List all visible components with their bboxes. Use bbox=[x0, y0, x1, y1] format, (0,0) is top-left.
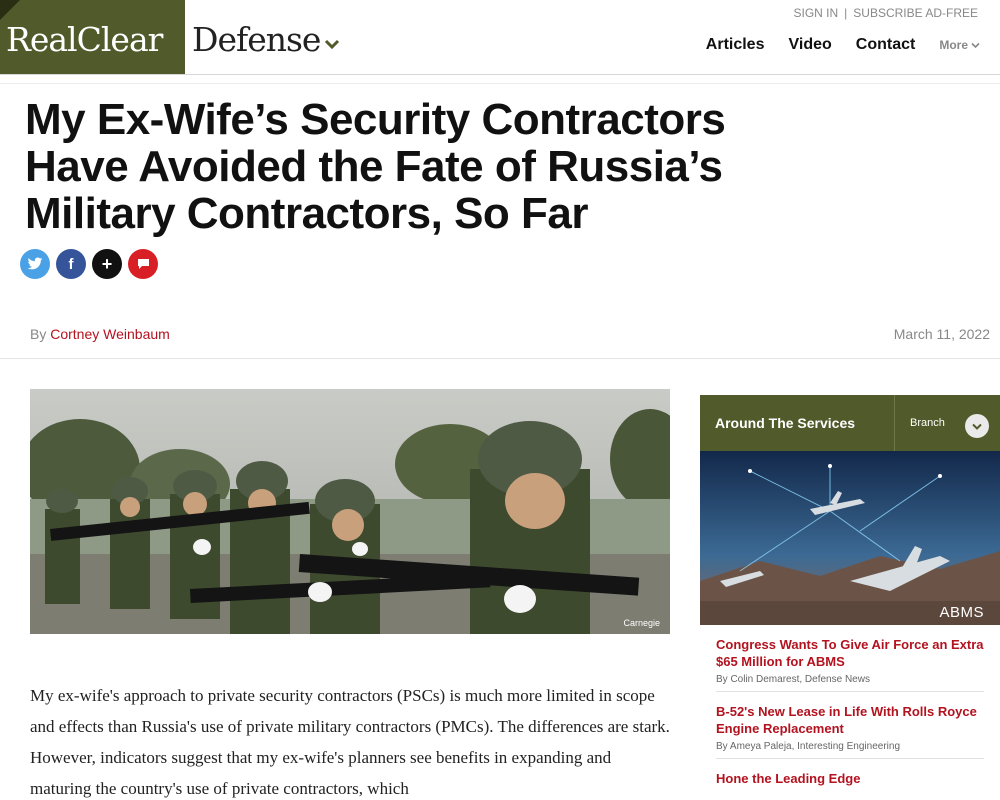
widget-title: Around The Services bbox=[715, 415, 856, 431]
subscribe-link[interactable]: SUBSCRIBE AD-FREE bbox=[853, 6, 978, 20]
around-the-services-widget: Around The Services Branch ABMS Congress… bbox=[700, 395, 1000, 800]
nav-more-label: More bbox=[939, 38, 968, 52]
account-links: SIGN IN | SUBSCRIBE AD-FREE bbox=[794, 6, 979, 20]
site-header: RealClear Defense SIGN IN | SUBSCRIBE AD-F… bbox=[0, 0, 1000, 75]
photo-credit: Carnegie bbox=[623, 618, 660, 628]
logo-corner-fold bbox=[0, 0, 20, 20]
chevron-down-icon bbox=[972, 423, 982, 430]
share-bar: f + bbox=[20, 249, 164, 279]
article-paragraph: My ex-wife's approach to private securit… bbox=[30, 686, 670, 798]
nav-contact[interactable]: Contact bbox=[856, 36, 916, 54]
widget-feature-image[interactable]: ABMS bbox=[700, 451, 1000, 625]
abms-illustration bbox=[700, 451, 1000, 625]
comment-button[interactable] bbox=[128, 249, 158, 279]
comment-icon bbox=[137, 259, 149, 269]
plus-icon: + bbox=[101, 253, 113, 274]
twitter-icon bbox=[27, 257, 43, 270]
headline-link[interactable]: Congress Wants To Give Air Force an Extr… bbox=[716, 636, 984, 670]
chevron-down-icon[interactable] bbox=[324, 38, 340, 50]
branch-label[interactable]: Branch bbox=[910, 417, 945, 429]
facebook-icon: f bbox=[68, 255, 74, 273]
widget-header-divider bbox=[894, 395, 895, 451]
author-link[interactable]: Cortney Weinbaum bbox=[50, 326, 170, 342]
logo[interactable]: RealClear bbox=[0, 0, 185, 74]
widget-header: Around The Services Branch bbox=[700, 395, 1000, 451]
publish-date: March 11, 2022 bbox=[893, 326, 990, 342]
twitter-share-button[interactable] bbox=[20, 249, 50, 279]
facebook-share-button[interactable]: f bbox=[56, 249, 86, 279]
headline-link[interactable]: B-52's New Lease in Life With Rolls Royc… bbox=[716, 703, 984, 737]
soldiers-photo-illustration bbox=[30, 389, 670, 634]
logo-text: RealClear bbox=[6, 20, 163, 59]
more-share-button[interactable]: + bbox=[92, 249, 122, 279]
headline-byline: By Ameya Paleja, Interesting Engineering bbox=[716, 741, 900, 752]
link-separator: | bbox=[844, 6, 848, 20]
headline-link[interactable]: Hone the Leading Edge bbox=[716, 770, 984, 787]
header-divider bbox=[0, 83, 1000, 84]
byline-prefix: By bbox=[30, 326, 47, 342]
nav-more[interactable]: More bbox=[939, 38, 980, 52]
nav-video[interactable]: Video bbox=[788, 36, 831, 54]
list-item: Hone the Leading Edge bbox=[716, 767, 984, 797]
headline-byline: By Colin Demarest, Defense News bbox=[716, 674, 870, 685]
widget-headline-list: Congress Wants To Give Air Force an Extr… bbox=[716, 633, 984, 800]
branch-dropdown-button[interactable] bbox=[965, 414, 989, 438]
abms-logo-text: ABMS bbox=[939, 604, 984, 621]
article-photo: Carnegie bbox=[30, 389, 670, 634]
article-title: My Ex-Wife’s Security Contractors Have A… bbox=[25, 95, 726, 238]
list-item: Congress Wants To Give Air Force an Extr… bbox=[716, 633, 984, 692]
main-nav: Articles Video Contact More bbox=[682, 36, 980, 54]
byline: By Cortney Weinbaum bbox=[30, 326, 170, 342]
chevron-down-icon bbox=[971, 42, 980, 48]
sign-in-link[interactable]: SIGN IN bbox=[794, 6, 839, 20]
list-item: B-52's New Lease in Life With Rolls Royc… bbox=[716, 700, 984, 759]
byline-divider bbox=[0, 358, 1000, 359]
nav-articles[interactable]: Articles bbox=[706, 36, 765, 54]
section-name[interactable]: Defense bbox=[192, 20, 321, 59]
